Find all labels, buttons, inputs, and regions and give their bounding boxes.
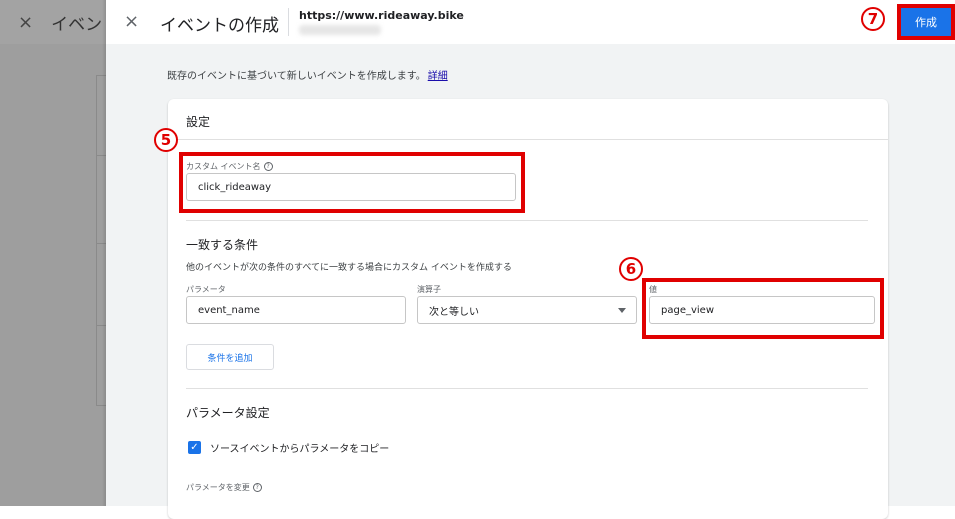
- help-icon[interactable]: ?: [263, 162, 273, 171]
- operator-value: 次と等しい: [429, 306, 479, 318]
- background-panel-edge: [96, 75, 97, 405]
- modify-parameters-label-text: パラメータを変更: [186, 483, 250, 492]
- parameter-label: パラメータ: [186, 285, 226, 294]
- create-button[interactable]: 作成: [897, 4, 955, 40]
- description: 既存のイベントに基づいて新しいイベントを作成します。 詳細: [167, 67, 448, 82]
- section-divider: [186, 220, 868, 221]
- background-header: × イベン: [0, 0, 106, 44]
- operator-label: 演算子: [417, 285, 441, 294]
- blurred-stream-name: [299, 25, 381, 35]
- page-title: イベントの作成: [160, 16, 279, 36]
- create-event-panel: × イベントの作成 https://www.rideaway.bike 7 作成…: [106, 0, 955, 519]
- custom-event-name-input[interactable]: click_rideaway: [186, 173, 516, 201]
- stream-url: https://www.rideaway.bike: [299, 9, 464, 22]
- conditions-title: 一致する条件: [186, 238, 259, 252]
- custom-event-label-text: カスタム イベント名: [186, 162, 261, 171]
- details-link[interactable]: 詳細: [428, 71, 448, 82]
- custom-event-label: カスタム イベント名?: [186, 161, 273, 172]
- background-title: イベン: [51, 14, 103, 35]
- panel-header: × イベントの作成 https://www.rideaway.bike 7 作成: [106, 0, 955, 44]
- section-divider: [186, 388, 868, 389]
- settings-title: 設定: [186, 115, 211, 129]
- step-marker-seven: 7: [861, 7, 885, 31]
- copy-parameters-label: ソースイベントからパラメータをコピー: [210, 444, 390, 455]
- close-icon[interactable]: ×: [124, 11, 139, 32]
- value-input[interactable]: page_view: [649, 296, 875, 324]
- step-marker-six: 6: [619, 257, 643, 281]
- step-marker-five: 5: [154, 128, 178, 152]
- background-overlay: [0, 0, 106, 506]
- operator-select[interactable]: 次と等しい: [417, 296, 637, 324]
- conditions-description: 他のイベントが次の条件のすべてに一致する場合にカスタム イベントを作成する: [186, 263, 512, 273]
- header-divider: [288, 8, 289, 36]
- parameter-settings-title: パラメータ設定: [186, 406, 270, 420]
- parameter-input[interactable]: event_name: [186, 296, 406, 324]
- help-icon[interactable]: ?: [252, 483, 262, 492]
- value-label: 値: [649, 285, 657, 294]
- background-close-icon[interactable]: ×: [18, 12, 33, 33]
- modify-parameters-label: パラメータを変更?: [186, 482, 262, 493]
- settings-card: 設定 5 カスタム イベント名? click_rideaway 一致する条件 他…: [154, 99, 888, 519]
- panel-content: 既存のイベントに基づいて新しいイベントを作成します。 詳細 設定 5 カスタム イ…: [106, 44, 955, 519]
- chevron-down-icon: [618, 308, 626, 313]
- copy-parameters-checkbox[interactable]: ✓: [188, 441, 201, 454]
- add-condition-button[interactable]: 条件を追加: [186, 344, 274, 370]
- description-text: 既存のイベントに基づいて新しいイベントを作成します。: [167, 71, 426, 82]
- card-divider: [168, 139, 888, 140]
